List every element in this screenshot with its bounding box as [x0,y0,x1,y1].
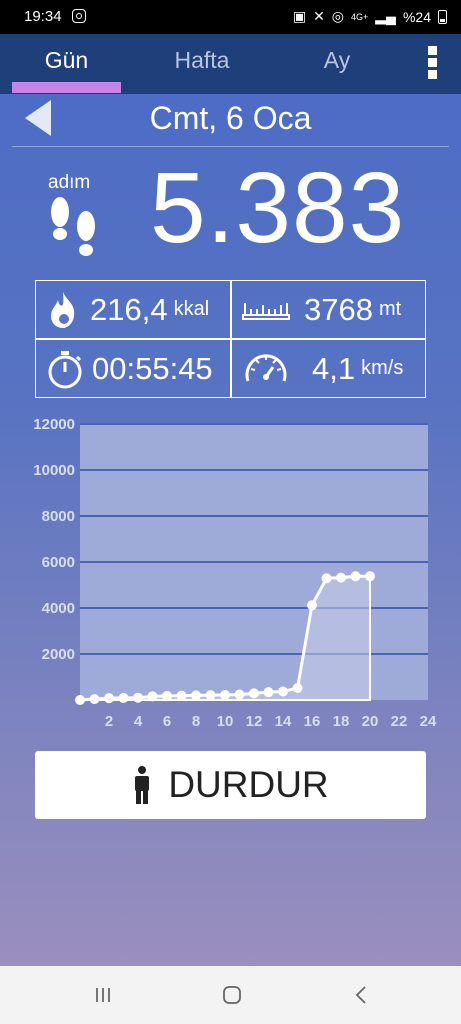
battery-icon [438,9,447,24]
mute-icon: ✕ [313,8,325,24]
date-title: Cmt, 6 Oca [149,100,312,136]
steps-chart: 200040006000800010000120002 4 6 8 10 12 14 16 18… [33,416,437,730]
overflow-menu-icon[interactable] [425,46,439,80]
speedometer-icon [245,353,287,381]
data-point [278,686,288,697]
calories-value: 216,4 [90,291,168,327]
data-point [336,572,346,583]
y-tick-label: 8000 [42,508,75,525]
data-point [365,571,375,582]
tab-week[interactable]: Hafta [140,34,264,94]
data-point [234,689,245,700]
data-point [162,690,172,701]
lock-icon: ▣ [292,8,307,24]
data-point [292,683,303,694]
data-point [118,692,129,703]
x-tick-label: 22 [391,713,408,730]
data-point [191,690,201,701]
x-tick-label: 24 [420,713,437,730]
network-label: 4G+ [351,11,369,22]
signal-icon: ▂▄ [375,8,396,24]
x-tick-label: 12 [246,713,263,730]
distance-unit: mt [378,298,402,320]
x-tick-label: 4 [134,713,143,730]
data-point [321,573,332,584]
tab-month[interactable]: Ay [290,34,384,94]
speed-value: 4,1 [312,350,356,386]
x-tick-label: 18 [333,713,350,730]
data-point [104,693,114,704]
speed-unit: km/s [361,357,404,379]
stop-button-label: DURDUR [168,764,329,805]
x-tick-label: 6 [163,713,171,730]
speed-cell: 4,1 km/s [242,340,403,397]
system-nav-bar [0,966,461,1024]
data-point [147,691,158,702]
data-point [263,687,274,698]
status-time: 19:34 [24,8,62,25]
y-tick-label: 2000 [42,646,75,663]
stats-panel: 216,4 kkal 3768 mt 00:55:45 4,1 km/s [35,280,426,398]
divider [12,146,449,147]
y-tick-label: 10000 [33,462,75,479]
data-point [249,688,259,699]
step-count: 5.383 [150,152,406,264]
instagram-icon [72,9,86,23]
x-tick-label: 8 [192,713,200,730]
ruler-icon [242,302,290,320]
data-point [220,689,230,700]
data-point [75,695,85,705]
duration-cell: 00:55:45 [46,340,213,397]
duration-value: 00:55:45 [92,350,213,386]
active-tab-indicator [12,82,121,93]
distance-value: 3768 [304,291,373,327]
hotspot-icon: ◎ [331,8,345,24]
back-icon[interactable] [354,985,368,1005]
x-tick-label: 2 [105,713,113,730]
x-tick-label: 20 [362,713,379,730]
data-point [133,692,143,703]
y-tick-label: 12000 [33,416,75,433]
person-icon [135,766,150,804]
flame-icon [51,291,75,328]
x-tick-label: 14 [275,713,292,730]
footprints-icon [51,197,95,256]
data-point [89,694,100,705]
calories-cell: 216,4 kkal [46,281,209,338]
calories-unit: kkal [173,298,210,320]
y-tick-label: 4000 [42,600,75,617]
data-point [205,690,216,701]
x-tick-label: 10 [217,713,234,730]
distance-cell: 3768 mt [242,281,401,338]
stopwatch-icon [48,350,82,388]
battery-text: %24 [402,8,431,25]
recents-icon[interactable] [94,986,112,1004]
stop-button[interactable]: DURDUR [35,751,426,819]
data-point [176,690,187,701]
x-tick-label: 16 [304,713,321,730]
status-icons: ▣ ✕ ◎ 4G+ ▂▄ %24 [293,8,447,25]
status-bar: 19:34 ▣ ✕ ◎ 4G+ ▂▄ %24 [0,0,461,34]
data-point [307,600,317,611]
home-icon[interactable] [222,985,242,1005]
y-tick-label: 6000 [42,554,75,571]
data-point [350,571,361,582]
